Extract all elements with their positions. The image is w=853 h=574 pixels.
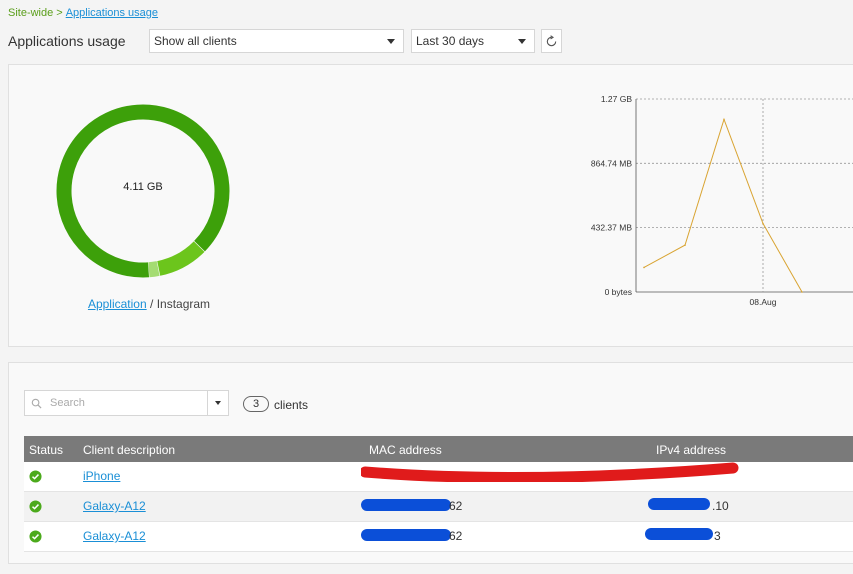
client-description-link[interactable]: Galaxy-A12 bbox=[83, 529, 146, 543]
search-dropdown-button[interactable] bbox=[207, 390, 229, 416]
refresh-icon bbox=[546, 34, 557, 46]
client-filter-select[interactable]: Show all clients bbox=[149, 29, 404, 53]
ipv4-address-value: .10 bbox=[712, 499, 729, 513]
redaction-mark bbox=[361, 499, 451, 511]
page-title: Applications usage bbox=[8, 33, 126, 49]
y-tick-label: 864.74 MB bbox=[591, 158, 632, 168]
donut-caption: Application / Instagram bbox=[9, 297, 289, 311]
refresh-button[interactable] bbox=[541, 29, 562, 53]
range-filter-value: Last 30 days bbox=[416, 34, 485, 48]
header-status[interactable]: Status bbox=[29, 443, 63, 457]
clients-panel: 3 clients Status Client description MAC … bbox=[8, 362, 853, 564]
usage-line-chart: 0 bytes 432.37 MB 864.74 MB 1.27 GB 08.Aug bbox=[591, 94, 853, 307]
search-input[interactable] bbox=[48, 396, 192, 410]
client-filter-value: Show all clients bbox=[154, 34, 237, 48]
data-point[interactable] bbox=[801, 291, 803, 293]
chevron-down-icon bbox=[518, 39, 526, 44]
breadcrumb-separator: > bbox=[56, 7, 63, 19]
redaction-mark bbox=[648, 498, 710, 510]
clients-table: Status Client description MAC address IP… bbox=[24, 436, 853, 552]
header-description[interactable]: Client description bbox=[83, 443, 175, 457]
redaction-mark bbox=[645, 528, 713, 540]
data-point[interactable] bbox=[643, 266, 645, 269]
data-point[interactable] bbox=[762, 222, 764, 225]
redaction-mark bbox=[361, 462, 739, 482]
breadcrumb: Site-wide > Applications usage bbox=[8, 7, 158, 19]
search-icon bbox=[31, 398, 42, 409]
redaction-mark bbox=[361, 529, 451, 541]
client-count-label: clients bbox=[274, 398, 309, 412]
series-line[interactable] bbox=[643, 117, 803, 293]
status-ok-icon bbox=[29, 530, 42, 546]
status-ok-icon bbox=[29, 470, 42, 486]
status-ok-icon bbox=[29, 500, 42, 516]
client-description-link[interactable]: iPhone bbox=[83, 469, 120, 483]
breadcrumb-current[interactable]: Applications usage bbox=[66, 7, 158, 19]
chevron-down-icon bbox=[215, 401, 221, 405]
x-tick-label: 08.Aug bbox=[750, 297, 777, 307]
application-link[interactable]: Application bbox=[88, 297, 147, 311]
range-filter-select[interactable]: Last 30 days bbox=[411, 29, 535, 53]
header-ipv4[interactable]: IPv4 address bbox=[656, 443, 726, 457]
table-header: Status Client description MAC address IP… bbox=[24, 436, 853, 462]
header-mac[interactable]: MAC address bbox=[369, 443, 442, 457]
caption-app-name: Instagram bbox=[156, 297, 211, 311]
breadcrumb-root[interactable]: Site-wide bbox=[8, 7, 53, 19]
table-row[interactable]: Galaxy-A12 62 3 bbox=[24, 522, 853, 552]
data-point[interactable] bbox=[723, 118, 725, 121]
table-row[interactable]: iPhone bbox=[24, 462, 853, 492]
chevron-down-icon bbox=[387, 39, 395, 44]
usage-summary-panel: 4.11 GB Application / Instagram 0 bytes 4… bbox=[8, 64, 853, 347]
table-row[interactable]: Galaxy-A12 62 .10 bbox=[24, 492, 853, 522]
client-count-badge: 3 bbox=[243, 396, 269, 412]
data-point[interactable] bbox=[684, 244, 686, 246]
caption-separator: / bbox=[150, 297, 154, 311]
mac-address-value: 62 bbox=[449, 529, 463, 543]
y-tick-label: 0 bytes bbox=[605, 287, 632, 297]
mac-address-value: 62 bbox=[449, 499, 463, 513]
search-box bbox=[24, 390, 208, 416]
y-tick-label: 432.37 MB bbox=[591, 223, 632, 233]
donut-total: 4.11 GB bbox=[123, 181, 163, 193]
ipv4-address-value: 3 bbox=[714, 529, 721, 543]
client-description-link[interactable]: Galaxy-A12 bbox=[83, 499, 146, 513]
y-tick-label: 1.27 GB bbox=[601, 94, 633, 104]
